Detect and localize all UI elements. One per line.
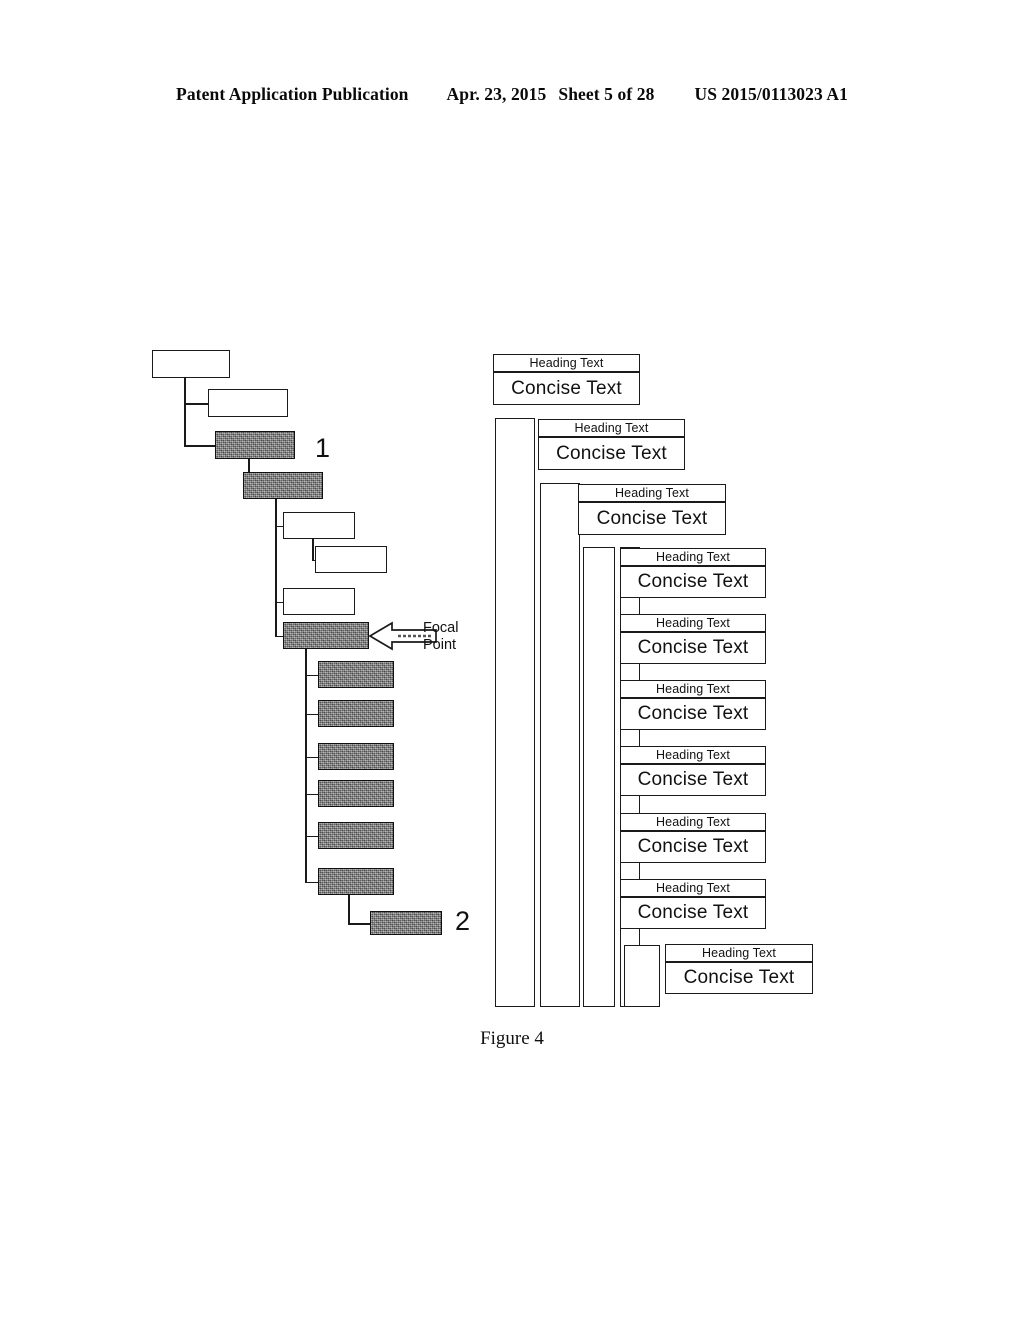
- card-heading-5: Heading Text: [620, 614, 766, 633]
- figure-4-drawing: 1 2 Focal Point Heading Text Concise Text H…: [0, 0, 1024, 1320]
- card-body-5: Concise Text: [620, 633, 766, 664]
- connector-spine-c: [275, 499, 277, 636]
- content-card-2: Heading Text Concise Text: [538, 419, 685, 470]
- content-card-6: Heading Text Concise Text: [620, 680, 766, 730]
- content-card-3: Heading Text Concise Text: [578, 484, 726, 535]
- tree-node-n5: [283, 512, 355, 539]
- connector-spine-d: [312, 539, 314, 560]
- focal-point-callout: Focal Point: [368, 619, 488, 659]
- tree-node-c5: [318, 822, 394, 849]
- content-card-5: Heading Text Concise Text: [620, 614, 766, 664]
- tree-node-n3: [215, 431, 295, 459]
- connector-n4-n7: [275, 601, 283, 604]
- card-body-1: Concise Text: [493, 373, 640, 405]
- card-heading-6: Heading Text: [620, 680, 766, 699]
- card-body-2: Concise Text: [538, 438, 685, 470]
- tree-node-n7: [283, 588, 355, 615]
- card-heading-4: Heading Text: [620, 548, 766, 567]
- tree-node-c4: [318, 780, 394, 807]
- card-body-4: Concise Text: [620, 567, 766, 598]
- tree-node-leaf2: [370, 911, 442, 935]
- reference-numeral-1: 1: [315, 433, 331, 463]
- tree-node-c6: [318, 868, 394, 895]
- content-card-4: Heading Text Concise Text: [620, 548, 766, 598]
- card-heading-1: Heading Text: [493, 354, 640, 373]
- tree-node-c2: [318, 700, 394, 727]
- connector-focal-child-3: [305, 756, 318, 759]
- content-card-7: Heading Text Concise Text: [620, 746, 766, 796]
- connector-focal-child-1: [305, 674, 318, 677]
- tree-node-c1: [318, 661, 394, 688]
- connector-spine-focal-children: [305, 649, 307, 882]
- card-body-10: Concise Text: [665, 963, 813, 994]
- connector-focal-child-4: [305, 793, 318, 796]
- focal-label-line-2: Point: [423, 637, 457, 653]
- connector-focal-child-6: [305, 881, 318, 884]
- card-body-7: Concise Text: [620, 765, 766, 796]
- card-body-9: Concise Text: [620, 898, 766, 929]
- connector-c6-leaf2: [348, 923, 370, 925]
- card-heading-9: Heading Text: [620, 879, 766, 898]
- focal-point-label: Focal Point: [423, 620, 458, 654]
- content-card-10: Heading Text Concise Text: [665, 944, 813, 994]
- card-heading-7: Heading Text: [620, 746, 766, 765]
- tree-node-n1: [152, 350, 230, 378]
- panel-rail-5: [624, 945, 660, 1007]
- connector-focal-child-2: [305, 713, 318, 716]
- connector-spine-leaf2: [348, 895, 350, 923]
- card-body-8: Concise Text: [620, 832, 766, 863]
- focal-label-line-1: Focal: [423, 620, 459, 636]
- card-heading-2: Heading Text: [538, 419, 685, 438]
- connector-n4-focal: [275, 635, 283, 638]
- tree-node-n2: [208, 389, 288, 417]
- panel-rail-1: [495, 418, 535, 1007]
- content-card-9: Heading Text Concise Text: [620, 879, 766, 929]
- connector-n4-n5: [275, 525, 283, 528]
- connector-n1-n3: [184, 445, 215, 447]
- connector-spine-a: [184, 378, 186, 445]
- reference-numeral-2: 2: [455, 906, 471, 936]
- card-body-6: Concise Text: [620, 699, 766, 730]
- card-heading-10: Heading Text: [665, 944, 813, 963]
- tree-node-n4: [243, 472, 323, 499]
- card-heading-8: Heading Text: [620, 813, 766, 832]
- tree-node-focal: [283, 622, 369, 649]
- card-body-3: Concise Text: [578, 503, 726, 535]
- connector-focal-child-5: [305, 835, 318, 838]
- panel-rail-3: [583, 547, 615, 1007]
- tree-node-c3: [318, 743, 394, 770]
- content-card-8: Heading Text Concise Text: [620, 813, 766, 863]
- content-card-1: Heading Text Concise Text: [493, 354, 640, 405]
- figure-caption: Figure 4: [480, 1028, 544, 1049]
- connector-n1-n2: [184, 403, 208, 405]
- panel-rail-2: [540, 483, 580, 1007]
- card-heading-3: Heading Text: [578, 484, 726, 503]
- tree-node-n6: [315, 546, 387, 573]
